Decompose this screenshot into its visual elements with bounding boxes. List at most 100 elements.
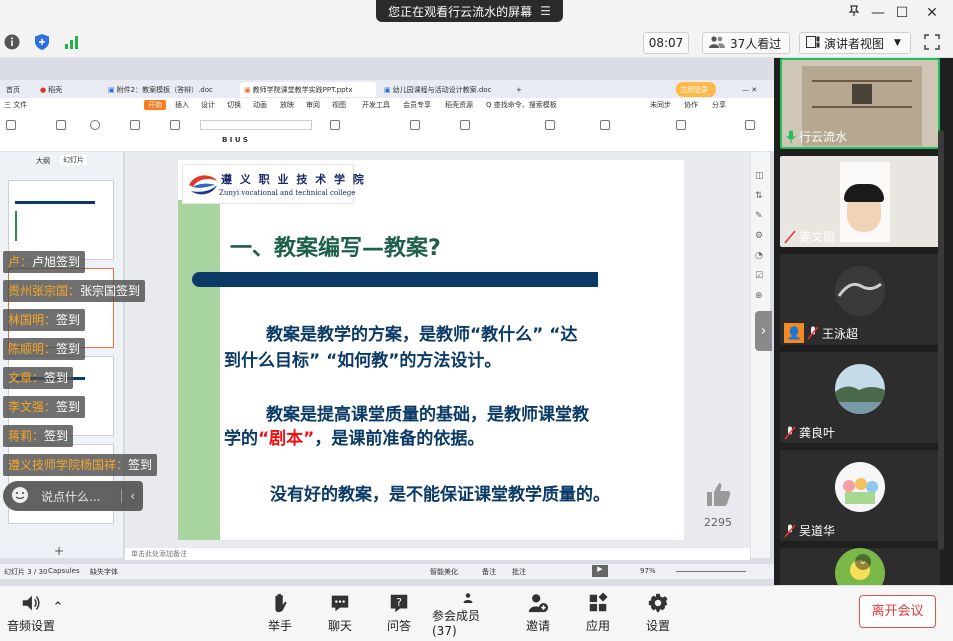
invite-label: 邀请 — [525, 619, 550, 633]
wps-ribbon: B I U S — [0, 112, 774, 152]
pin-icon[interactable] — [842, 2, 866, 24]
video-tile[interactable]: 👤 王泳超 — [780, 254, 940, 345]
chat-text: 签到 — [44, 429, 69, 443]
ribbon-shape-icon[interactable] — [460, 120, 470, 130]
maximize-icon[interactable]: ☐ — [890, 2, 914, 24]
fullscreen-icon[interactable] — [922, 32, 942, 52]
add-slide-icon[interactable]: + — [54, 544, 64, 558]
login-button[interactable]: 立即登录 — [676, 82, 716, 97]
view-mode-select[interactable]: 演讲者视图 ▼ — [799, 32, 911, 54]
menu-design[interactable]: 设计 — [201, 100, 215, 110]
menu-view[interactable]: 视图 — [332, 100, 346, 110]
ribbon-fill-icon[interactable] — [600, 120, 610, 130]
ribbon-arrange-icon[interactable] — [545, 120, 555, 130]
college-emblem-icon — [189, 175, 217, 195]
tab-outline[interactable]: 大纲 — [36, 156, 50, 166]
status-notes[interactable]: 备注 — [482, 567, 496, 577]
apps-label: 应用 — [585, 619, 610, 633]
menu-share[interactable]: 分享 — [712, 100, 726, 110]
notes-area[interactable]: 单击此处添加备注 — [125, 548, 750, 560]
mic-muted-icon — [784, 426, 796, 439]
ribbon-textbox-icon[interactable] — [410, 120, 420, 130]
ribbon-bold-icon[interactable]: B I U S — [222, 136, 248, 144]
ribbon-layout-icon[interactable] — [170, 120, 180, 130]
minimize-icon[interactable]: — — [866, 2, 890, 24]
video-tile[interactable]: 龚良叶 — [780, 352, 940, 443]
menu-search[interactable]: Q 查找命令、搜索模板 — [486, 100, 557, 110]
slide-thumbnail[interactable] — [8, 180, 114, 260]
scroll-down-chevron-icon[interactable]: ⌄ — [855, 554, 871, 570]
logo-chinese: 遵 义 职 业 技 术 学 院 — [221, 173, 366, 186]
audio-chevron-up-icon[interactable]: ⌃ — [50, 600, 66, 641]
menu-slideshow[interactable]: 放映 — [280, 100, 294, 110]
menu-transition[interactable]: 切换 — [227, 100, 241, 110]
hand-icon — [275, 593, 287, 613]
signal-icon[interactable] — [62, 32, 82, 52]
menu-start[interactable]: 开始 — [144, 100, 166, 110]
wps-tab-label: 首页 — [6, 85, 20, 94]
title-bar: 您正在观看行云流水的屏幕 ☰ — ☐ ✕ — [0, 0, 953, 28]
menu-collab[interactable]: 协作 — [684, 100, 698, 110]
raise-hand-button[interactable]: 举手 — [252, 592, 308, 638]
status-beautify[interactable]: 智能美化 — [430, 567, 458, 577]
wps-tab-doc1[interactable]: ▣ 附件2：教案模板（答辩）.doc — [104, 82, 236, 97]
shield-icon[interactable] — [32, 32, 52, 52]
qa-button[interactable]: ? 问答 — [371, 592, 427, 638]
ribbon-newslide-icon[interactable] — [130, 120, 140, 130]
menu-icon[interactable]: ☰ — [540, 4, 551, 18]
emoji-icon[interactable] — [11, 486, 29, 507]
right-tool-icons[interactable]: ◫⇅✎⚙◔☑⊕◎ — [755, 166, 764, 326]
wps-tab-label: 附件2：教案模板（答辩）.doc — [116, 85, 213, 94]
leave-meeting-button[interactable]: 离开会议 — [859, 595, 936, 628]
wps-window-controls[interactable]: — ✕ — [738, 82, 772, 97]
video-tile-active[interactable]: 行云流水 — [780, 58, 940, 149]
video-column-scrollbar[interactable] — [938, 130, 944, 550]
status-comments[interactable]: 批注 — [512, 567, 526, 577]
info-icon[interactable] — [2, 32, 22, 52]
ribbon-format-icon[interactable] — [56, 120, 66, 130]
menu-review[interactable]: 审阅 — [306, 100, 320, 110]
invite-button[interactable]: 邀请 — [510, 592, 566, 638]
apps-button[interactable]: 应用 — [570, 592, 626, 638]
ribbon-paste-icon[interactable] — [6, 120, 16, 130]
menu-member[interactable]: 会员专享 — [403, 100, 431, 110]
viewers-count[interactable]: 37人看过 — [702, 32, 790, 54]
tab-slides[interactable]: 幻灯片 — [60, 155, 87, 165]
share-banner[interactable]: 您正在观看行云流水的屏幕 ☰ — [376, 0, 563, 22]
zoom-slider[interactable] — [676, 571, 746, 572]
settings-button[interactable]: 设置 — [630, 592, 686, 638]
wps-tab-doc2[interactable]: ▣ 幼儿园课程与活动设计教案.doc — [380, 82, 508, 97]
menu-file[interactable]: 三 文件 — [4, 100, 27, 110]
wps-tab-bar: 首页 ● 稻壳 ▣ 附件2：教案模板（答辩）.doc ▣ 教师学院课堂教学实践PPT.… — [0, 80, 774, 98]
mic-muted-icon — [784, 230, 796, 243]
close-icon[interactable]: ✕ — [920, 2, 944, 24]
menu-unsynced[interactable]: 未同步 — [650, 100, 671, 110]
play-icon[interactable]: ▶ — [592, 565, 608, 577]
video-tile[interactable]: ⌄ — [780, 548, 940, 585]
chat-button[interactable]: 聊天 — [312, 592, 368, 638]
wps-tab-home[interactable]: 首页 — [2, 82, 30, 97]
menu-insert[interactable]: 插入 — [175, 100, 189, 110]
wps-tab-docer[interactable]: ● 稻壳 — [36, 82, 100, 97]
view-mode-label: 演讲者视图 — [824, 36, 885, 51]
new-tab-icon[interactable]: + — [512, 82, 528, 97]
panel-toggle-chevron-icon[interactable]: › — [755, 311, 772, 351]
collapse-chevron-icon[interactable]: ‹ — [121, 489, 135, 503]
ribbon-font-select[interactable] — [200, 120, 312, 130]
ribbon-select-icon[interactable] — [745, 120, 755, 130]
chat-input[interactable]: 说点什么... ‹ — [3, 481, 143, 511]
ribbon-find-icon[interactable] — [676, 120, 686, 130]
menu-animation[interactable]: 动画 — [253, 100, 267, 110]
video-tile[interactable]: 姜文丽 — [780, 156, 940, 247]
ribbon-play-icon[interactable] — [90, 120, 100, 130]
status-zoom[interactable]: 97% — [640, 567, 656, 575]
video-tile[interactable]: 吴道华 — [780, 450, 940, 541]
wps-tab-ppt[interactable]: ▣ 教师学院课堂教学实践PPT.pptx — [240, 82, 376, 97]
menu-docer[interactable]: 稻壳资源 — [445, 100, 473, 110]
ribbon-align-icon[interactable] — [330, 120, 340, 130]
speaker-icon — [22, 595, 40, 611]
menu-devtools[interactable]: 开发工具 — [362, 100, 390, 110]
participants-button[interactable]: 参会成员(37) — [432, 592, 504, 638]
status-missing-font[interactable]: 缺失字体 — [90, 567, 118, 577]
shelf-line — [812, 106, 912, 108]
